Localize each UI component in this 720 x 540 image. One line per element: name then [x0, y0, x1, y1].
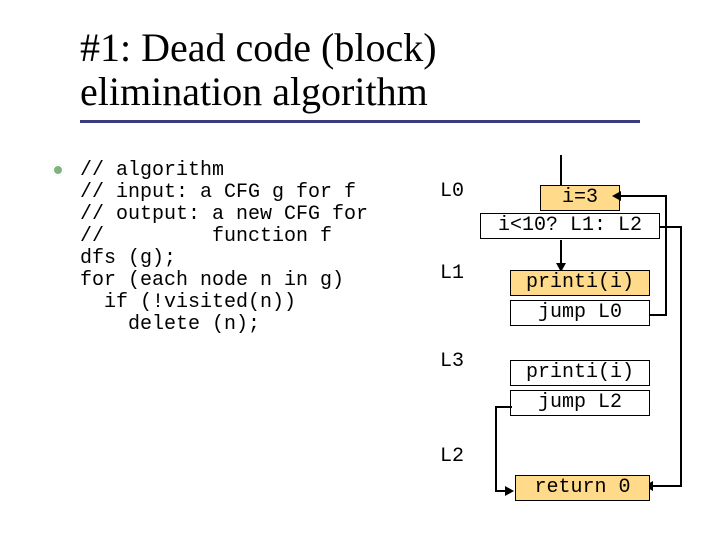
block-i-eq-3: i=3 — [540, 185, 620, 211]
block-return: return 0 — [515, 475, 650, 501]
block-print-L1: printi(i) — [510, 270, 650, 296]
label-L3: L3 — [440, 350, 464, 373]
edge-backedge-top — [618, 195, 667, 197]
edge-L3-L2-b — [495, 406, 497, 490]
label-L0: L0 — [440, 180, 464, 203]
edge-L0-L2-bot — [650, 485, 682, 487]
edge-L3-L2-a — [495, 406, 512, 408]
label-L2: L2 — [440, 445, 464, 468]
edge-L0-L1 — [560, 240, 562, 265]
block-print-L3: printi(i) — [510, 360, 650, 386]
edge-L0-L2-top — [660, 226, 682, 228]
edge-L0-L2-vert — [680, 226, 682, 486]
block-jump-L2: jump L2 — [510, 390, 650, 416]
arrowhead-L3-L2 — [505, 486, 514, 496]
edge-backedge-bot — [650, 314, 667, 316]
bullet-icon — [48, 160, 68, 180]
title: #1: Dead code (block) elimination algori… — [80, 26, 437, 114]
title-line-1: #1: Dead code (block) — [80, 25, 437, 70]
block-jump-L0: jump L0 — [510, 300, 650, 326]
algorithm-code: // algorithm // input: a CFG g for f // … — [80, 160, 368, 336]
block-cond: i<10? L1: L2 — [480, 213, 660, 239]
edge-backedge-vert — [665, 195, 667, 315]
title-line-2: elimination algorithm — [80, 69, 428, 114]
title-underline — [80, 120, 640, 123]
arrowhead-backedge — [612, 191, 621, 201]
label-L1: L1 — [440, 262, 464, 285]
